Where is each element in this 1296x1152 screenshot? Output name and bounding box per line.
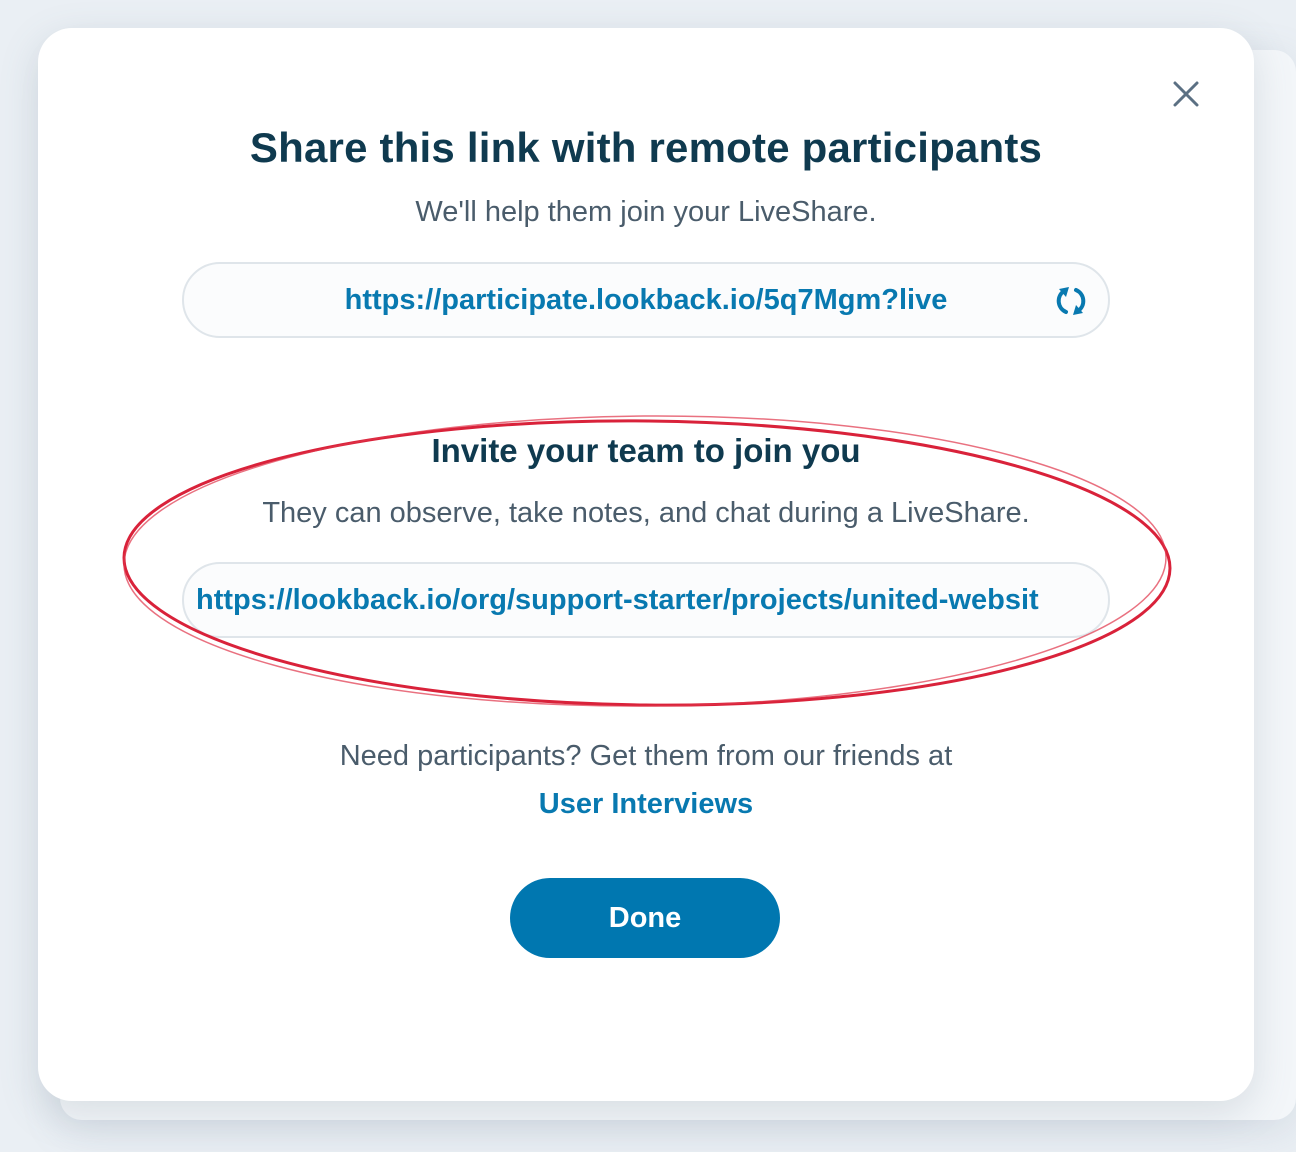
user-interviews-link[interactable]: User Interviews [539, 788, 753, 820]
need-participants-text: Need participants? Get them from our fri… [339, 740, 953, 772]
team-description: They can observe, take notes, and chat d… [262, 497, 1030, 529]
modal-subtitle: We'll help them join your LiveShare. [415, 196, 877, 228]
team-link-field[interactable]: https://lookback.io/org/support-starter/… [182, 562, 1110, 638]
close-button[interactable] [1168, 76, 1204, 112]
done-button[interactable]: Done [510, 878, 780, 958]
team-heading: Invite your team to join you [431, 432, 861, 469]
refresh-icon [1056, 287, 1086, 315]
share-modal: Share this link with remote participants… [38, 28, 1254, 1101]
team-link-text[interactable]: https://lookback.io/org/support-starter/… [196, 564, 1106, 636]
participant-link-text[interactable]: https://participate.lookback.io/5q7Mgm?l… [184, 264, 1108, 336]
close-icon [1173, 81, 1199, 107]
user-interviews-link-row: User Interviews [38, 788, 1254, 821]
modal-title: Share this link with remote participants [249, 124, 1043, 171]
participant-link-field[interactable]: https://participate.lookback.io/5q7Mgm?l… [182, 262, 1110, 338]
refresh-link-button[interactable] [1052, 282, 1090, 320]
